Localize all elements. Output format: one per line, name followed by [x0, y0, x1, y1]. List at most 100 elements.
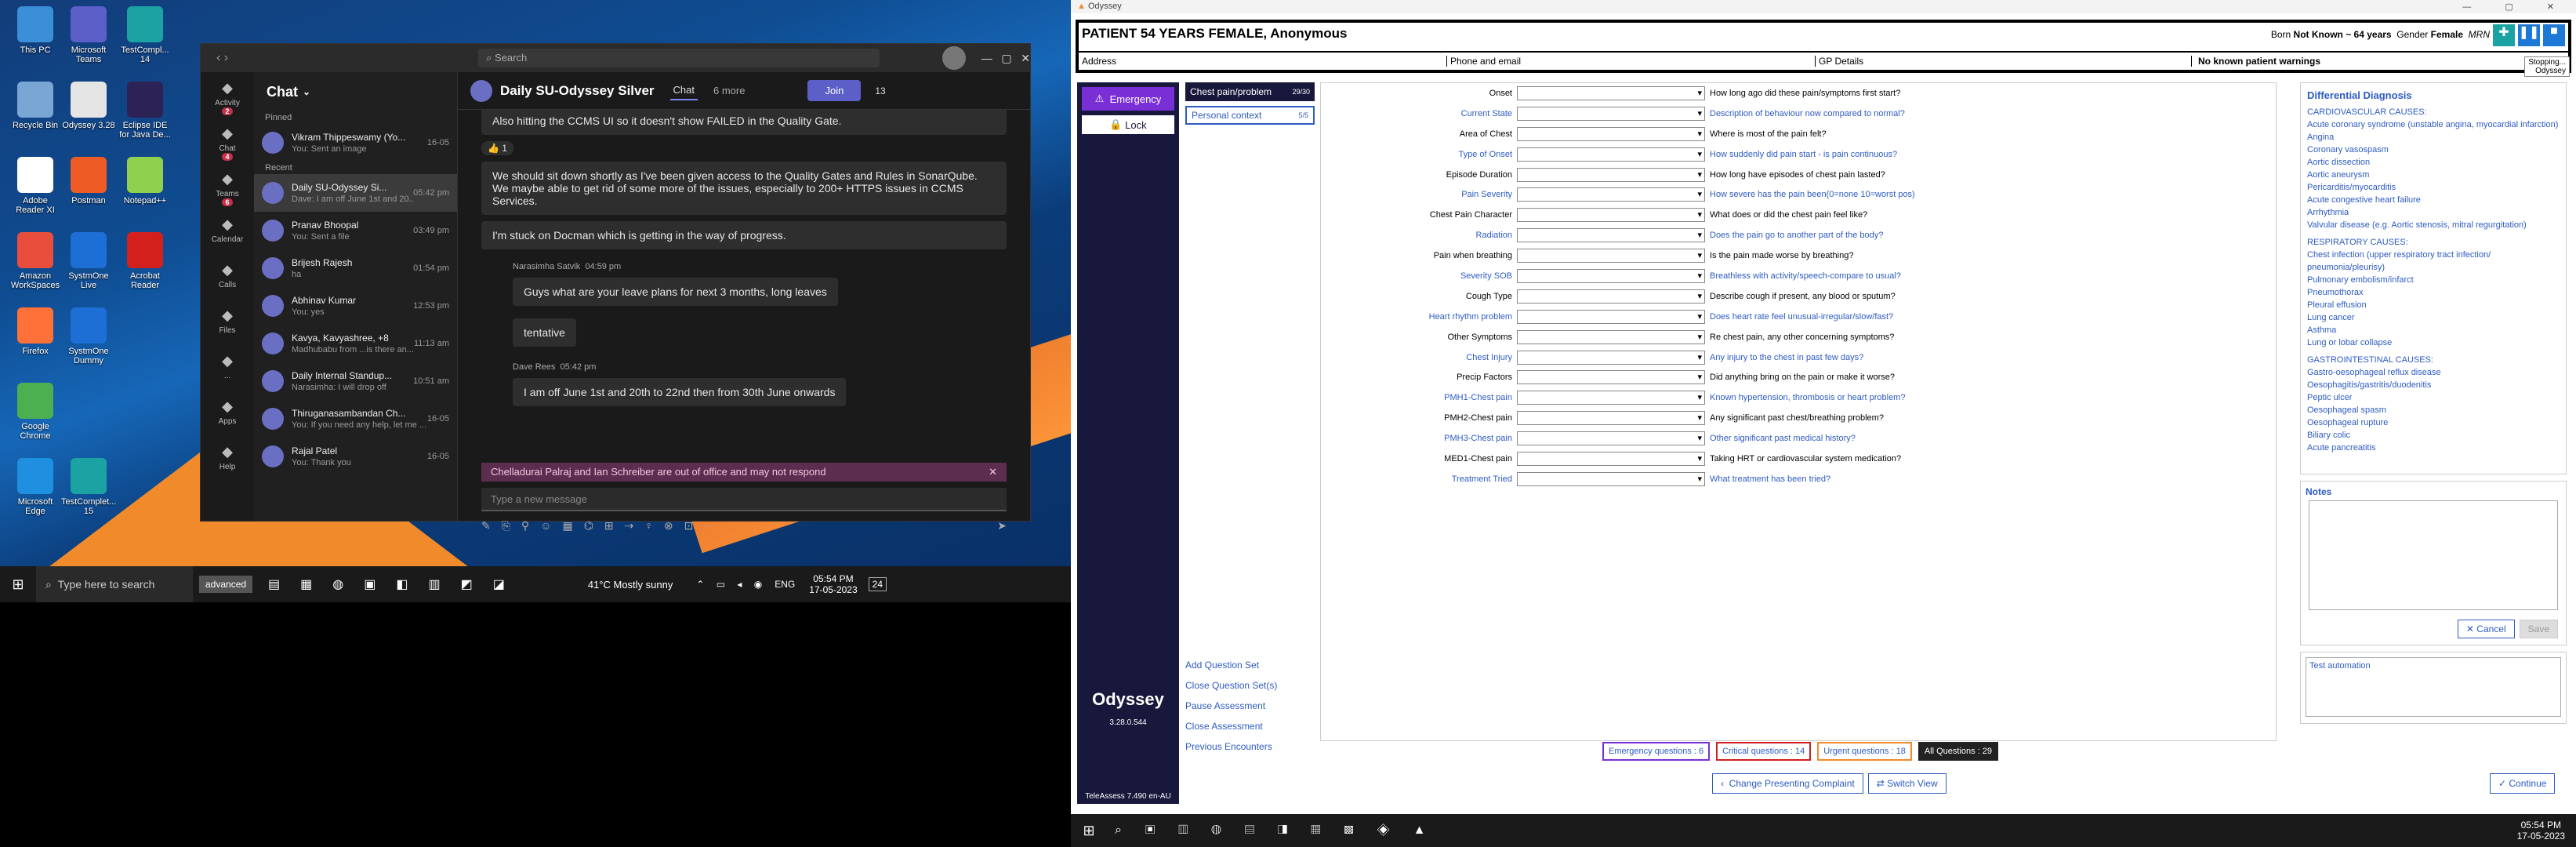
desktop-icon[interactable]: Firefox	[8, 307, 63, 356]
emergency-button[interactable]: ⚠ Emergency	[1082, 87, 1174, 111]
question-counter[interactable]: All Questions : 29	[1917, 742, 1999, 761]
weather-widget[interactable]: 41°C Mostly sunny	[588, 579, 673, 591]
answer-dropdown[interactable]	[1517, 126, 1705, 141]
dx-item[interactable]: Acute coronary syndrome (unstable angina…	[2307, 118, 2560, 131]
search-input[interactable]: ⌕ Search	[478, 49, 880, 67]
send-icon[interactable]: ➤	[997, 519, 1007, 533]
desktop-icon[interactable]: Amazon WorkSpaces	[8, 232, 63, 290]
desktop-icon[interactable]: Notepad++	[118, 157, 172, 205]
compose-toolbar[interactable]: ✎⎘⚲☺▦⌬⊞⇢♀⊗⊡⋯	[481, 519, 726, 533]
dx-item[interactable]: Pulmonary embolism/infarct	[2307, 274, 2560, 286]
clock[interactable]: 05:54 PM 17-05-2023	[2517, 820, 2565, 842]
dx-item[interactable]: Lung cancer	[2307, 311, 2560, 324]
chat-list-item[interactable]: Daily Internal Standup... Narasimha: I wi…	[254, 362, 457, 400]
dx-item[interactable]: Aortic dissection	[2307, 156, 2560, 169]
desktop-icon[interactable]: TestComplet... 15	[61, 458, 116, 516]
answer-dropdown[interactable]	[1517, 329, 1705, 344]
desktop-icon[interactable]: Acrobat Reader	[118, 232, 172, 290]
notes-input[interactable]	[2309, 500, 2558, 610]
dx-item[interactable]: Gastro-oesophageal reflux disease	[2307, 366, 2560, 379]
compose-input[interactable]: Type a new message	[481, 488, 1007, 511]
answer-dropdown[interactable]	[1517, 289, 1705, 304]
pause-icon[interactable]: ❚❚	[2518, 24, 2540, 46]
answer-dropdown[interactable]	[1517, 370, 1705, 385]
cancel-button[interactable]: ✕ Cancel	[2457, 620, 2515, 638]
action-link[interactable]: Pause Assessment	[1185, 696, 1277, 716]
switch-view-button[interactable]: ⇄ Switch View	[1867, 773, 1947, 794]
answer-dropdown[interactable]	[1517, 228, 1705, 243]
automation-text[interactable]: Test automation	[2306, 657, 2561, 717]
chat-list-item[interactable]: Kavya, Kavyashree, +8 Madhubabu from ...i…	[254, 325, 457, 362]
qset-chest-pain[interactable]: Chest pain/problem 29/30	[1185, 82, 1315, 101]
change-complaint-button[interactable]: ‹ Change Presenting Complaint	[1712, 773, 1863, 794]
chat-list-item[interactable]: Daily SU-Odyssey Si... Dave: I am off Jun…	[254, 174, 457, 212]
answer-dropdown[interactable]	[1517, 147, 1705, 162]
answer-dropdown[interactable]	[1517, 411, 1705, 426]
rail-item[interactable]: ◆ Teams 6	[201, 163, 254, 209]
dx-item[interactable]: Coronary vasospasm	[2307, 144, 2560, 156]
window-controls[interactable]: — ▢ ✕	[2462, 2, 2570, 12]
tray-icons[interactable]: ⌃ ▭ ◂ ◉	[696, 579, 767, 590]
stop-icon[interactable]: ■	[2543, 24, 2565, 46]
windows-start-icon[interactable]: ⊞	[0, 576, 36, 593]
dx-item[interactable]: Oesophageal rupture	[2307, 416, 2560, 429]
desktop-icon[interactable]: TestCompl... 14	[118, 6, 172, 64]
answer-dropdown[interactable]	[1517, 431, 1705, 446]
chat-list-item[interactable]: Thiruganasambandan Ch... You: If you need…	[254, 400, 457, 438]
question-counter[interactable]: Critical questions : 14	[1716, 742, 1812, 761]
people-count[interactable]: 13	[875, 85, 885, 96]
action-link[interactable]: Add Question Set	[1185, 655, 1277, 675]
rail-item[interactable]: ◆ Calendar	[201, 209, 254, 254]
desktop-icon[interactable]: This PC	[8, 6, 63, 55]
answer-dropdown[interactable]	[1517, 85, 1705, 100]
avatar[interactable]	[942, 46, 966, 70]
more-tabs[interactable]: 6 more	[713, 85, 745, 96]
desktop-icon[interactable]: Eclipse IDE for Java De...	[118, 82, 172, 140]
dx-item[interactable]: Chest infection (upper respiratory tract…	[2307, 249, 2560, 274]
dx-item[interactable]: Arrhythmia	[2307, 206, 2560, 219]
advanced-button[interactable]: advanced	[199, 576, 253, 593]
windows-start-icon[interactable]: ⊞	[1071, 823, 1107, 839]
clock[interactable]: 05:54 PM 17-05-2023	[809, 573, 857, 595]
answer-dropdown[interactable]	[1517, 350, 1705, 365]
answer-dropdown[interactable]	[1517, 187, 1705, 202]
rail-item[interactable]: ◆ Calls	[201, 254, 254, 300]
desktop-icon[interactable]: Adobe Reader XI	[8, 157, 63, 215]
chat-list-item[interactable]: Brijesh Rajesh ha 01:54 pm	[254, 249, 457, 287]
continue-button[interactable]: ✓ Continue	[2490, 773, 2556, 794]
desktop-icon[interactable]: Microsoft Teams	[61, 6, 116, 64]
rail-item[interactable]: ◆ Chat 4	[201, 118, 254, 163]
dx-item[interactable]: Pericarditis/myocarditis	[2307, 181, 2560, 194]
language[interactable]: ENG	[775, 579, 795, 590]
question-counter[interactable]: Emergency questions : 6	[1602, 742, 1711, 761]
desktop-icon[interactable]: SystmOne Dummy	[61, 307, 116, 365]
notification-badge[interactable]: 24	[868, 577, 887, 591]
dx-item[interactable]: Acute pancreatitis	[2307, 442, 2560, 454]
save-button[interactable]: Save	[2519, 620, 2558, 638]
dx-item[interactable]: Valvular disease (e.g. Aortic stenosis, …	[2307, 219, 2560, 231]
taskbar-apps[interactable]: ⌕▣▥◍▤◨▦▩◈▲	[1115, 823, 1449, 838]
question-counter[interactable]: Urgent questions : 18	[1817, 742, 1912, 761]
action-link[interactable]: Close Question Set(s)	[1185, 675, 1277, 696]
dx-item[interactable]: Biliary colic	[2307, 429, 2560, 442]
answer-dropdown[interactable]	[1517, 309, 1705, 324]
taskbar-search[interactable]: ⌕ Type here to search	[36, 566, 193, 602]
action-link[interactable]: Previous Encounters	[1185, 736, 1277, 757]
action-link[interactable]: Close Assessment	[1185, 716, 1277, 736]
dx-item[interactable]: Oesophageal spasm	[2307, 404, 2560, 416]
desktop-icon[interactable]: Odyssey 3.28	[61, 82, 116, 130]
taskbar-apps[interactable]: ▤▦◍▣◧▥◩◪	[268, 576, 525, 592]
dx-item[interactable]: Angina	[2307, 131, 2560, 144]
dx-item[interactable]: Oesophagitis/gastritis/duodenitis	[2307, 379, 2560, 391]
lock-button[interactable]: 🔒 Lock	[1082, 115, 1174, 134]
close-icon[interactable]: ✕	[989, 466, 997, 478]
answer-dropdown[interactable]	[1517, 471, 1705, 486]
answer-dropdown[interactable]	[1517, 208, 1705, 223]
answer-dropdown[interactable]	[1517, 391, 1705, 405]
desktop-icon[interactable]: Recycle Bin	[8, 82, 63, 130]
chat-list-item[interactable]: Pranav Bhoopal You: Sent a file 03:49 pm	[254, 212, 457, 249]
answer-dropdown[interactable]	[1517, 106, 1705, 121]
dx-item[interactable]: Lung or lobar collapse	[2307, 336, 2560, 349]
dx-item[interactable]: Pleural effusion	[2307, 299, 2560, 311]
dx-item[interactable]: Peptic ulcer	[2307, 391, 2560, 404]
